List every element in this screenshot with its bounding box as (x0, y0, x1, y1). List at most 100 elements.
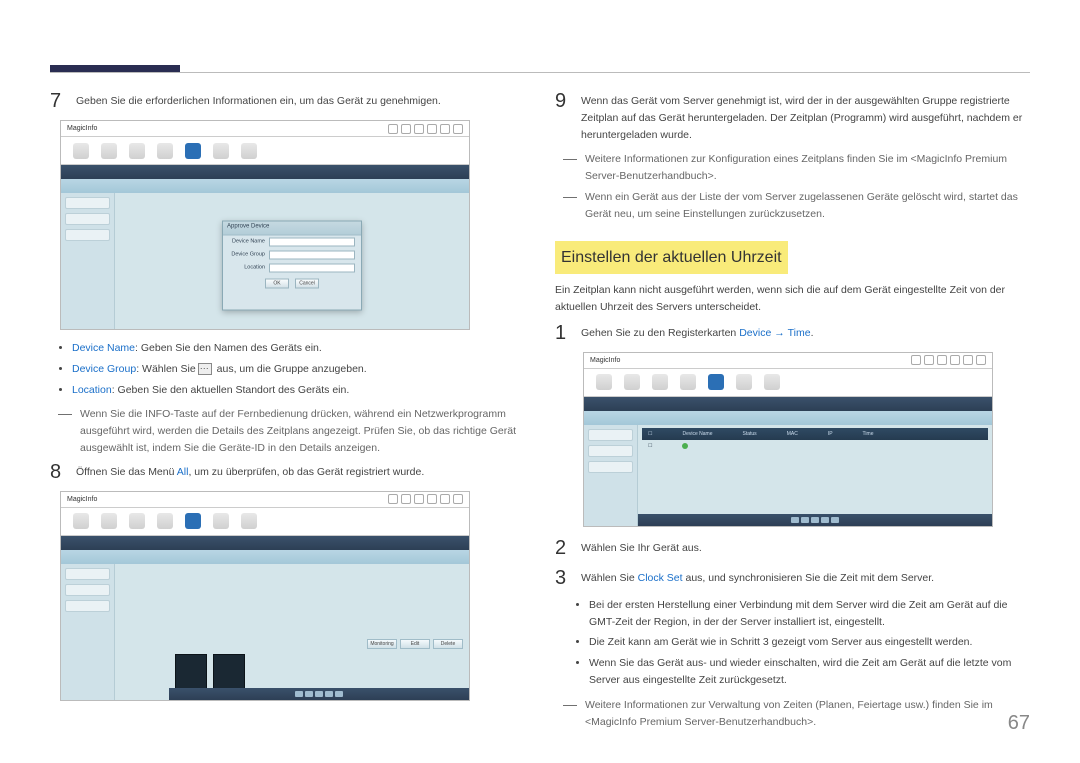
ss-logo: MagicInfo (67, 123, 97, 134)
ss-footer (169, 688, 469, 700)
ss-toolbar (61, 508, 469, 536)
step-text: Wählen Sie Ihr Gerät aus. (581, 537, 702, 559)
ss-subbar (61, 179, 469, 193)
field-label: Location (72, 384, 112, 396)
bullet-device-group: Device Group: Wählen Sie aus, um die Gru… (72, 361, 525, 378)
field-label: Device Group (72, 363, 136, 375)
ss-logo: MagicInfo (590, 355, 620, 366)
note-config-schedule: ― Weitere Informationen zur Konfiguratio… (563, 151, 1030, 185)
ss-window-controls (388, 124, 463, 134)
ss-tabbar (584, 397, 992, 411)
field-text: : Geben Sie den aktuellen Standort des G… (112, 384, 350, 396)
field-text-pre: : Wählen Sie (136, 363, 196, 375)
btn-monitoring: Monitoring (367, 639, 397, 649)
modal-label-group: Device Group (229, 251, 265, 260)
note-dash-icon: ― (58, 406, 72, 456)
field-text-post: aus, um die Gruppe anzugeben. (214, 363, 367, 375)
modal-input-location (269, 264, 355, 273)
note-dash-icon: ― (563, 697, 577, 731)
btn-edit: Edit (400, 639, 430, 649)
step-number: 2 (555, 537, 571, 559)
ss-content: Approve Device Device Name Device Group … (115, 193, 469, 329)
note-text: Wenn ein Gerät aus der Liste der vom Ser… (585, 189, 1030, 223)
ss-action-buttons: Monitoring Edit Delete (367, 639, 463, 649)
col-mac: MAC (787, 430, 798, 438)
note-text: Weitere Informationen zur Verwaltung von… (585, 697, 1030, 731)
modal-ok-button: OK (265, 279, 289, 289)
step-8: 8 Öffnen Sie das Menü All, um zu überprü… (50, 461, 525, 483)
step-3: 3 Wählen Sie Clock Set aus, und synchron… (555, 567, 1030, 589)
note-text: Weitere Informationen zur Konfiguration … (585, 151, 1030, 185)
section-heading: Einstellen der aktuellen Uhrzeit (555, 241, 788, 275)
note-text: Wenn Sie die INFO-Taste auf der Fernbedi… (80, 406, 525, 456)
screenshot-device-time: MagicInfo ☐ Device Name Status MAC IP Ti… (583, 352, 993, 527)
ss-titlebar: MagicInfo (61, 121, 469, 137)
ss-sidebar (61, 193, 115, 329)
field-label: Device Name (72, 342, 135, 354)
arrow-icon: → (771, 327, 787, 339)
col-status: Status (743, 430, 757, 438)
header-divider (50, 72, 1030, 73)
ss-toolbar (61, 137, 469, 165)
approve-modal: Approve Device Device Name Device Group … (222, 221, 362, 311)
device-thumb (175, 654, 207, 690)
menu-all: All (177, 466, 189, 478)
bullet-list-fields: Device Name: Geben Sie den Namen des Ger… (72, 340, 525, 398)
btn-delete: Delete (433, 639, 463, 649)
modal-input-name (269, 238, 355, 247)
note-info-remote: ― Wenn Sie die INFO-Taste auf der Fernbe… (58, 406, 525, 456)
header-accent-bar (50, 65, 180, 72)
col-ip: IP (828, 430, 833, 438)
clock-set: Clock Set (638, 572, 683, 584)
step-number: 9 (555, 90, 571, 143)
note-time-mgmt: ― Weitere Informationen zur Verwaltung v… (563, 697, 1030, 731)
modal-label-name: Device Name (229, 238, 265, 247)
step-number: 1 (555, 322, 571, 344)
tab-device: Device (739, 327, 771, 339)
modal-title: Approve Device (223, 222, 361, 236)
ss-subbar (61, 550, 469, 564)
modal-input-group (269, 251, 355, 260)
left-column: 7 Geben Sie die erforderlichen Informati… (50, 90, 525, 734)
table-header: ☐ Device Name Status MAC IP Time (642, 428, 988, 440)
screenshot-approve-device: MagicInfo Approve Device Device Name Dev… (60, 120, 470, 330)
step-text: Öffnen Sie das Menü All, um zu überprüfe… (76, 461, 424, 483)
col-time: Time (863, 430, 874, 438)
ss-content: Monitoring Edit Delete admin admin (115, 564, 469, 700)
ss-sidebar (61, 564, 115, 700)
content-columns: 7 Geben Sie die erforderlichen Informati… (50, 90, 1030, 734)
step-text: Wenn das Gerät vom Server genehmigt ist,… (581, 90, 1030, 143)
ss-sidebar (584, 425, 638, 526)
ss-subbar (584, 411, 992, 425)
note-dash-icon: ― (563, 151, 577, 185)
bullet-gmt: Bei der ersten Herstellung einer Verbind… (589, 597, 1030, 631)
bullet-device-name: Device Name: Geben Sie den Namen des Ger… (72, 340, 525, 357)
step-2: 2 Wählen Sie Ihr Gerät aus. (555, 537, 1030, 559)
text-post: . (811, 327, 814, 339)
text-pre: Öffnen Sie das Menü (76, 466, 177, 478)
field-text: : Geben Sie den Namen des Geräts ein. (135, 342, 322, 354)
section-intro: Ein Zeitplan kann nicht ausgeführt werde… (555, 282, 1030, 316)
text-pre: Wählen Sie (581, 572, 638, 584)
ss-toolbar (584, 369, 992, 397)
group-select-icon (198, 363, 212, 375)
step-1: 1 Gehen Sie zu den Registerkarten Device… (555, 322, 1030, 344)
text-pre: Gehen Sie zu den Registerkarten (581, 327, 739, 339)
device-thumb (213, 654, 245, 690)
status-dot-icon (682, 443, 688, 449)
step-9: 9 Wenn das Gerät vom Server genehmigt is… (555, 90, 1030, 143)
bullet-onoff: Wenn Sie das Gerät aus- und wieder einsc… (589, 655, 1030, 689)
ss-titlebar: MagicInfo (584, 353, 992, 369)
bullet-step3: Die Zeit kann am Gerät wie in Schritt 3 … (589, 634, 1030, 651)
note-dash-icon: ― (563, 189, 577, 223)
step-number: 7 (50, 90, 66, 112)
step-text: Wählen Sie Clock Set aus, und synchronis… (581, 567, 934, 589)
modal-label-location: Location (229, 264, 265, 273)
step-number: 8 (50, 461, 66, 483)
ss-footer (638, 514, 992, 526)
ss-tabbar (61, 536, 469, 550)
page-number: 67 (1008, 712, 1030, 735)
screenshot-device-list: MagicInfo Monitoring Edit Delete (60, 491, 470, 701)
ss-logo: MagicInfo (67, 494, 97, 505)
col-name: Device Name (682, 430, 712, 438)
